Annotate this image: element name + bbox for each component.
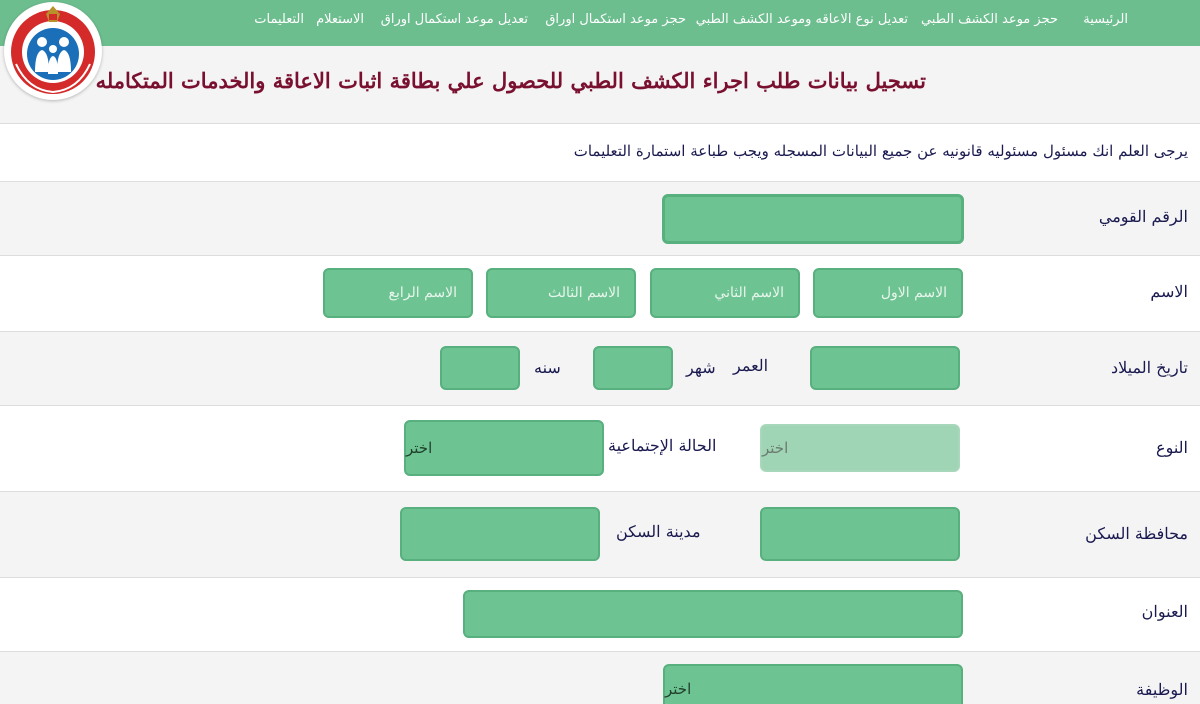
name-label: الاسم <box>1150 282 1188 301</box>
job-selected-value: اختر <box>665 680 692 698</box>
nav-home[interactable]: الرئيسية <box>1083 12 1128 27</box>
job-label: الوظيفة <box>1136 680 1188 699</box>
birth-date-label: تاريخ الميلاد <box>1111 358 1188 377</box>
nav-book-medical-exam[interactable]: حجز موعد الكشف الطبي <box>921 12 1058 27</box>
nav-instructions[interactable]: التعليمات <box>254 12 304 27</box>
row-national-id: الرقم القومي <box>0 182 1200 256</box>
gender-label: النوع <box>1156 438 1188 457</box>
national-id-label: الرقم القومي <box>1098 207 1188 226</box>
marital-status-label: الحالة الإجتماعية <box>608 436 717 455</box>
fourth-name-input[interactable] <box>323 268 473 318</box>
top-navbar: الرئيسية حجز موعد الكشف الطبي تعديل نوع … <box>0 0 1200 46</box>
gender-selected-value: اختر <box>762 439 789 457</box>
age-year-input[interactable] <box>440 346 520 390</box>
city-input[interactable] <box>400 507 600 561</box>
job-select[interactable]: اختر <box>663 664 963 704</box>
age-month-input[interactable] <box>593 346 673 390</box>
row-job: الوظيفة اختر <box>0 652 1200 704</box>
city-label: مدينة السكن <box>616 522 701 541</box>
governorate-label: محافظة السكن <box>1085 524 1188 543</box>
national-id-input[interactable] <box>662 194 964 244</box>
legal-notice: يرجى العلم انك مسئول مسئوليه قانونيه عن … <box>573 142 1188 160</box>
gender-select[interactable]: اختر <box>760 424 960 472</box>
nav-inquiry[interactable]: الاستعلام <box>316 12 364 27</box>
row-address: العنوان <box>0 578 1200 652</box>
row-residence: محافظة السكن مدينة السكن <box>0 492 1200 578</box>
ministry-of-health-logo-icon <box>11 6 95 94</box>
nav-book-papers-completion[interactable]: حجز موعد استكمال اوراق <box>545 12 686 27</box>
address-input[interactable] <box>463 590 963 638</box>
age-label: العمر <box>733 356 769 375</box>
ministry-of-health-logo[interactable] <box>4 2 102 100</box>
first-name-input[interactable] <box>813 268 963 318</box>
page-title: تسجيل بيانات طلب اجراء الكشف الطبي للحصو… <box>95 68 926 93</box>
governorate-input[interactable] <box>760 507 960 561</box>
nav-edit-disability-type[interactable]: تعديل نوع الاعاقه وموعد الكشف الطبي <box>696 12 908 27</box>
notice-row: يرجى العلم انك مسئول مسئوليه قانونيه عن … <box>0 124 1200 182</box>
marital-status-selected-value: اختر <box>406 439 433 457</box>
row-name: الاسم <box>0 256 1200 332</box>
month-label: شهر <box>686 358 716 377</box>
row-gender: النوع اختر الحالة الإجتماعية اختر <box>0 406 1200 492</box>
row-birth-date: تاريخ الميلاد العمر شهر سنه <box>0 332 1200 406</box>
address-label: العنوان <box>1141 602 1188 621</box>
page-header: تسجيل بيانات طلب اجراء الكشف الطبي للحصو… <box>0 46 1200 124</box>
third-name-input[interactable] <box>486 268 636 318</box>
marital-status-select[interactable]: اختر <box>404 420 604 476</box>
year-label: سنه <box>534 358 561 377</box>
second-name-input[interactable] <box>650 268 800 318</box>
registration-page: الرئيسية حجز موعد الكشف الطبي تعديل نوع … <box>0 0 1200 704</box>
birth-date-input[interactable] <box>810 346 960 390</box>
nav-edit-papers-completion[interactable]: تعديل موعد استكمال اوراق <box>381 12 528 27</box>
